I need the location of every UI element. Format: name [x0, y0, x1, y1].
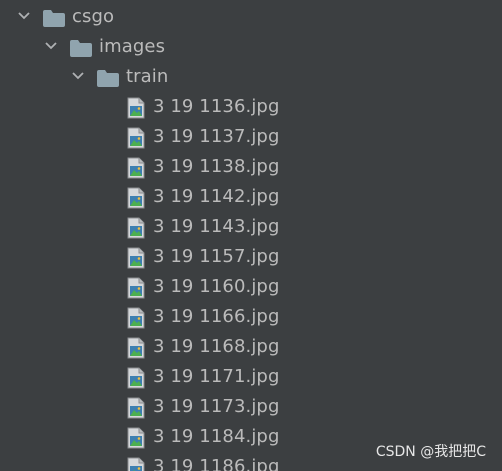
image-file-icon [127, 397, 145, 419]
file-item[interactable]: 3 19 1143.jpg [0, 212, 502, 242]
chevron-down-icon[interactable] [70, 68, 86, 84]
file-name: 3 19 1186.jpg [153, 456, 280, 471]
tree-node-images[interactable]: images [0, 32, 502, 62]
file-name: 3 19 1142.jpg [153, 186, 280, 207]
file-item[interactable]: 3 19 1173.jpg [0, 392, 502, 422]
tree-node-label: csgo [72, 6, 115, 27]
image-file-icon [127, 187, 145, 209]
file-name: 3 19 1137.jpg [153, 126, 280, 147]
image-file-icon [127, 247, 145, 269]
image-file-icon [127, 217, 145, 239]
file-name: 3 19 1143.jpg [153, 216, 280, 237]
image-file-icon [127, 457, 145, 471]
file-item[interactable]: 3 19 1166.jpg [0, 302, 502, 332]
file-name: 3 19 1166.jpg [153, 306, 280, 327]
image-file-icon [127, 277, 145, 299]
tree-node-train[interactable]: train [0, 62, 502, 92]
file-item[interactable]: 3 19 1142.jpg [0, 182, 502, 212]
file-name: 3 19 1168.jpg [153, 336, 280, 357]
folder-icon [97, 70, 119, 87]
chevron-down-icon[interactable] [16, 8, 32, 24]
file-item[interactable]: 3 19 1168.jpg [0, 332, 502, 362]
image-file-icon [127, 127, 145, 149]
file-name: 3 19 1138.jpg [153, 156, 280, 177]
folder-icon [43, 10, 65, 27]
tree-node-label: images [99, 36, 166, 57]
file-item[interactable]: 3 19 1138.jpg [0, 152, 502, 182]
image-file-icon [127, 157, 145, 179]
project-tree: csgo images train 3 19 1136.jpg 3 19 1137… [0, 0, 502, 471]
file-item[interactable]: 3 19 1160.jpg [0, 272, 502, 302]
file-name: 3 19 1173.jpg [153, 396, 280, 417]
file-item[interactable]: 3 19 1157.jpg [0, 242, 502, 272]
file-item[interactable]: 3 19 1171.jpg [0, 362, 502, 392]
image-file-icon [127, 97, 145, 119]
file-name: 3 19 1184.jpg [153, 426, 280, 447]
file-name: 3 19 1136.jpg [153, 96, 280, 117]
file-name: 3 19 1160.jpg [153, 276, 280, 297]
image-file-icon [127, 307, 145, 329]
folder-icon [70, 40, 92, 57]
tree-node-csgo[interactable]: csgo [0, 2, 502, 32]
chevron-down-icon[interactable] [43, 38, 59, 54]
tree-node-label: train [126, 66, 169, 87]
file-name: 3 19 1157.jpg [153, 246, 280, 267]
image-file-icon [127, 427, 145, 449]
image-file-icon [127, 337, 145, 359]
file-name: 3 19 1171.jpg [153, 366, 280, 387]
file-item[interactable]: 3 19 1136.jpg [0, 92, 502, 122]
image-file-icon [127, 367, 145, 389]
file-item[interactable]: 3 19 1137.jpg [0, 122, 502, 152]
watermark: CSDN @我把把C [375, 444, 486, 460]
